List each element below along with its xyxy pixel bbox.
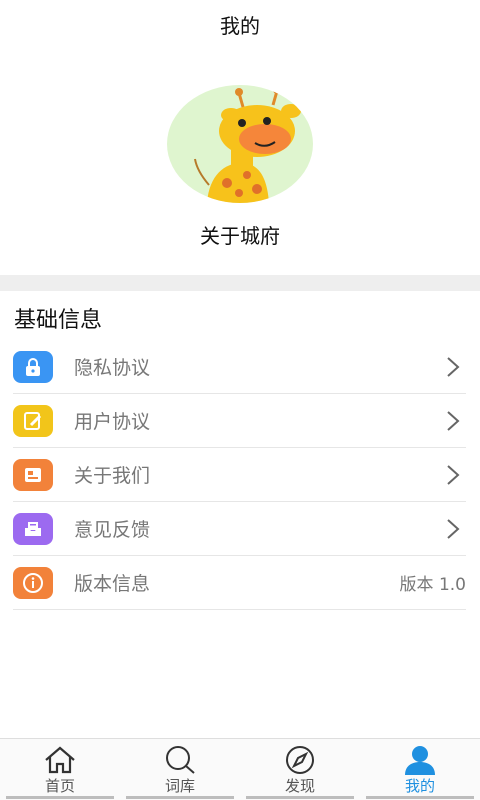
tab-indicator bbox=[246, 796, 354, 799]
tab-lexicon[interactable]: 词库 bbox=[120, 739, 240, 800]
tab-label: 我的 bbox=[404, 777, 435, 795]
profile-avatar[interactable] bbox=[167, 85, 313, 203]
tab-indicator bbox=[366, 796, 474, 799]
menu-item-user-agreement[interactable]: 用户协议 bbox=[13, 394, 466, 448]
profile-name: 关于城府 bbox=[200, 224, 280, 248]
message-tray-icon bbox=[13, 512, 53, 545]
home-icon bbox=[45, 746, 75, 774]
menu-item-label: 用户协议 bbox=[74, 411, 151, 433]
menu-item-feedback[interactable]: 意见反馈 bbox=[13, 502, 466, 556]
chevron-right-icon bbox=[447, 464, 460, 485]
menu-item-privacy[interactable]: 隐私协议 bbox=[13, 340, 466, 394]
tab-label: 词库 bbox=[164, 777, 195, 795]
chevron-right-icon bbox=[447, 410, 460, 431]
menu-item-label: 关于我们 bbox=[74, 465, 151, 487]
giraffe-avatar-icon bbox=[194, 86, 301, 203]
menu-item-version[interactable]: 版本信息 版本 1.0 bbox=[13, 556, 466, 610]
chevron-right-icon bbox=[447, 518, 460, 539]
chevron-right-icon bbox=[447, 356, 460, 377]
tab-home[interactable]: 首页 bbox=[0, 739, 120, 800]
page-title: 我的 bbox=[220, 14, 260, 38]
menu-item-about-us[interactable]: 关于我们 bbox=[13, 448, 466, 502]
tab-label: 首页 bbox=[44, 777, 75, 795]
menu-item-label: 隐私协议 bbox=[74, 357, 151, 379]
note-edit-icon bbox=[13, 404, 53, 437]
search-icon bbox=[166, 746, 195, 774]
section-divider bbox=[0, 275, 480, 291]
user-icon bbox=[405, 746, 435, 775]
version-value: 版本 1.0 bbox=[399, 575, 466, 595]
info-icon bbox=[13, 566, 53, 599]
tab-mine[interactable]: 我的 bbox=[360, 739, 480, 800]
tab-discover[interactable]: 发现 bbox=[240, 739, 360, 800]
document-icon bbox=[13, 458, 53, 491]
lock-icon bbox=[13, 350, 53, 383]
section-title: 基础信息 bbox=[14, 308, 103, 333]
menu-item-label: 版本信息 bbox=[74, 573, 151, 595]
tab-label: 发现 bbox=[284, 777, 315, 795]
compass-icon bbox=[286, 746, 314, 774]
menu-item-label: 意见反馈 bbox=[74, 519, 151, 541]
tab-indicator bbox=[6, 796, 114, 799]
tab-indicator bbox=[126, 796, 234, 799]
bottom-tab-bar: 首页 词库 发现 我的 bbox=[0, 738, 480, 800]
info-menu: 隐私协议 用户协议 关于我们 意见反馈 版本信息 版本 1.0 bbox=[13, 340, 466, 610]
